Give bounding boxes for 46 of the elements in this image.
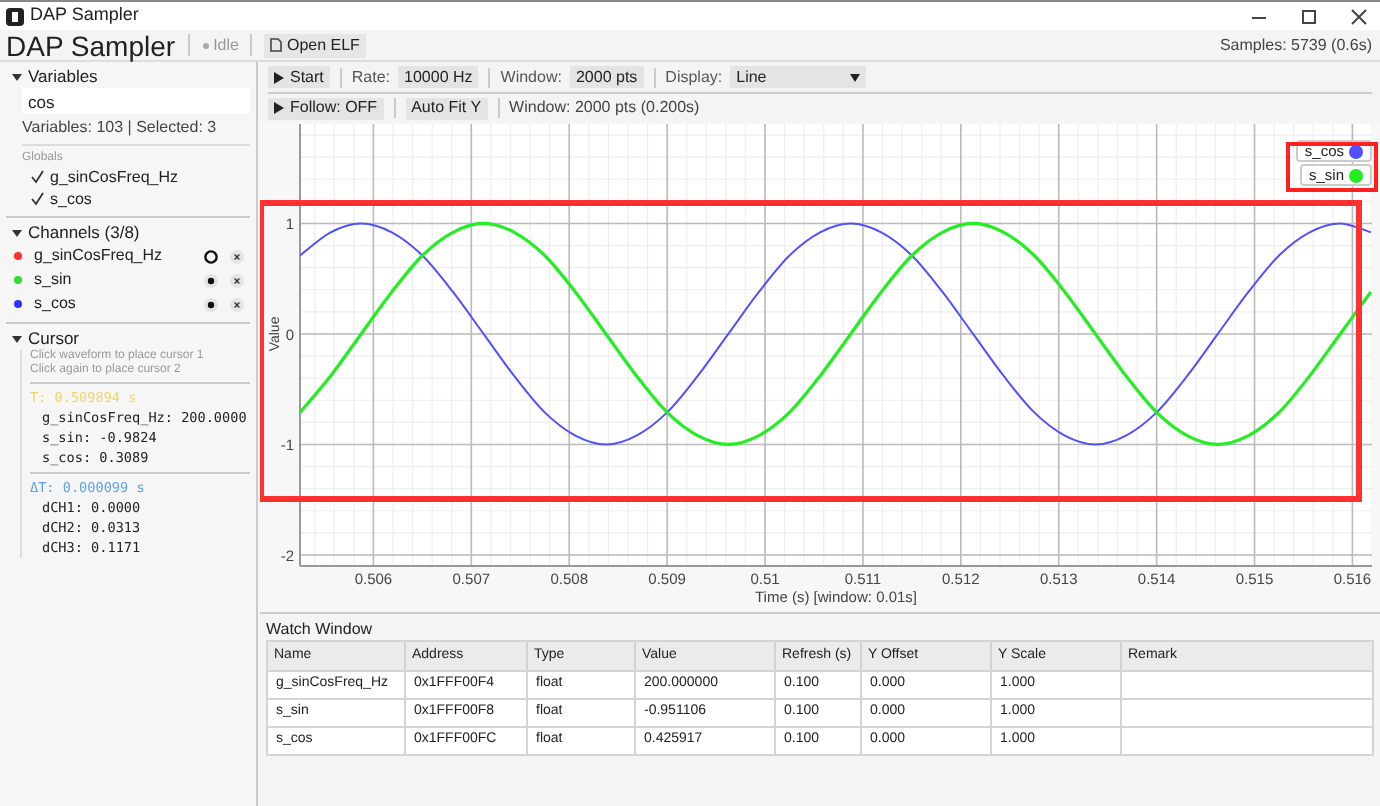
remove-icon[interactable] <box>230 249 244 263</box>
samples-count: Samples: 5739 (0.6s) <box>1219 33 1372 57</box>
channel-name: s_sin <box>34 268 74 292</box>
display-label: Display: <box>665 65 723 89</box>
close-icon[interactable] <box>1350 7 1368 25</box>
status-dot-icon <box>201 41 210 49</box>
file-icon <box>270 38 283 52</box>
status-label: Idle <box>213 33 239 57</box>
remove-icon[interactable] <box>230 297 244 311</box>
app-icon <box>6 7 24 25</box>
dot-icon[interactable] <box>204 273 218 287</box>
window-value[interactable]: 2000 pts <box>569 66 644 88</box>
variables-summary: Variables: 103 | Selected: 3 <box>22 116 219 140</box>
rate-value[interactable]: 10000 Hz <box>398 66 479 88</box>
start-button[interactable]: Start <box>268 66 330 88</box>
channel-name: s_cos <box>34 292 78 316</box>
window-info: Window: 2000 pts (0.200s) <box>509 96 700 120</box>
watch-window-title: Watch Window <box>266 618 375 640</box>
rate-label: Rate: <box>351 65 391 89</box>
window-label: Window: <box>500 65 562 89</box>
follow-button[interactable]: Follow: OFF <box>268 97 384 119</box>
dot-icon[interactable] <box>204 297 218 311</box>
expand-triangle-icon[interactable] <box>12 227 22 237</box>
open-elf-button[interactable]: Open ELF <box>264 33 366 57</box>
play-icon <box>274 102 284 114</box>
play-icon <box>274 71 284 83</box>
window-title: DAP Sampler <box>30 2 139 29</box>
section-title[interactable]: Variables <box>28 63 98 89</box>
search-field[interactable]: cos <box>22 88 250 114</box>
maximize-icon[interactable] <box>1300 7 1318 25</box>
section-title[interactable]: Channels (3/8) <box>28 219 140 245</box>
expand-triangle-icon[interactable] <box>12 333 22 343</box>
display-dropdown[interactable]: Line <box>730 66 867 88</box>
annotation-box <box>1286 142 1378 192</box>
auto-fit-button[interactable]: Auto Fit Y <box>405 97 488 119</box>
remove-icon[interactable] <box>230 273 244 287</box>
expand-triangle-icon[interactable] <box>12 71 22 81</box>
variable-name: s_cos <box>50 187 92 211</box>
variable-name: g_sinCosFreq_Hz <box>50 165 179 189</box>
checkbox[interactable] <box>30 170 44 184</box>
caret-icon <box>850 73 861 81</box>
checkbox[interactable] <box>30 192 44 206</box>
app-name: DAP Sampler <box>6 31 176 59</box>
ring-icon[interactable] <box>204 249 218 263</box>
channel-name: g_sinCosFreq_Hz <box>34 244 165 268</box>
section-title[interactable]: Cursor <box>28 325 80 351</box>
